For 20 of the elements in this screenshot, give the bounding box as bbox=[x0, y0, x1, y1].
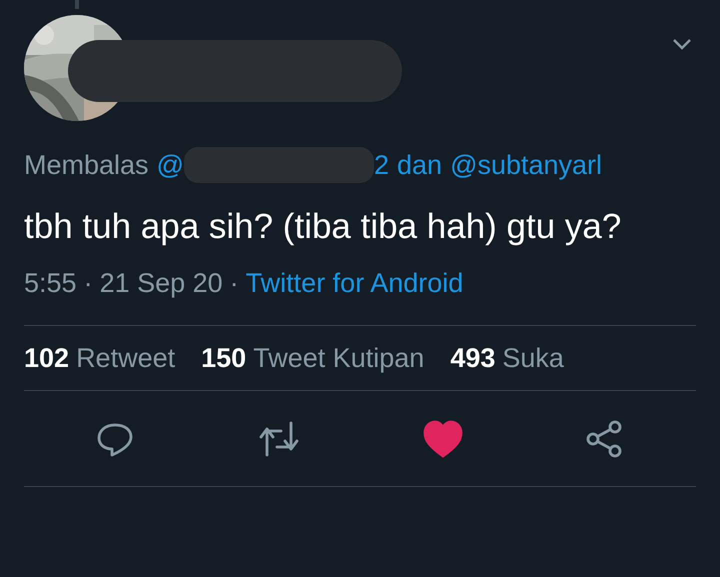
tweet-time: 5:55 bbox=[24, 268, 77, 298]
stat-count: 102 bbox=[24, 342, 70, 374]
tweet-text: tbh tuh apa sih? (tiba tiba hah) gtu ya? bbox=[24, 206, 622, 248]
conjunction-text: dan bbox=[397, 150, 442, 180]
retweet-icon bbox=[257, 418, 301, 458]
heart-icon bbox=[423, 420, 463, 458]
stat-count: 150 bbox=[201, 342, 246, 374]
reply-label: Membalas bbox=[24, 150, 149, 180]
source-link[interactable]: Twitter for Android bbox=[246, 268, 464, 298]
tweet-date: 21 Sep 20 bbox=[100, 268, 223, 298]
chevron-down-icon[interactable] bbox=[672, 38, 692, 50]
stat-label[interactable]: Suka bbox=[502, 342, 564, 374]
stat-label[interactable]: Retweet bbox=[76, 342, 176, 374]
mention-link[interactable]: 2 bbox=[374, 150, 389, 180]
mention-link[interactable]: @ bbox=[156, 150, 184, 180]
stat-label[interactable]: Tweet Kutipan bbox=[253, 342, 424, 374]
stat-count: 493 bbox=[450, 342, 496, 374]
separator-dot: · bbox=[84, 268, 93, 298]
mention-link[interactable]: @subtanyarl bbox=[450, 150, 602, 180]
separator-dot: · bbox=[230, 268, 239, 298]
